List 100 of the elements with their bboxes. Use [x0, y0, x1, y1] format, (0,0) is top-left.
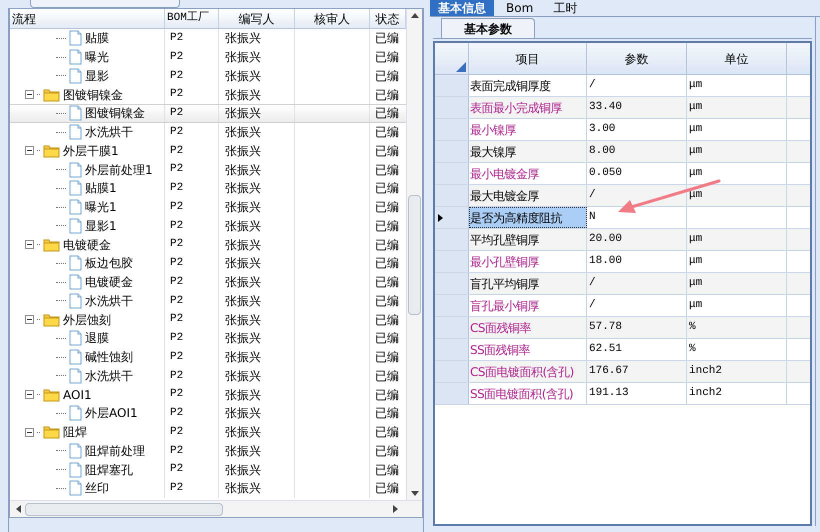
tree-row[interactable]: 贴膜 P2 张振兴 已编 [10, 29, 406, 48]
table-cell-text: 已编 [374, 236, 400, 254]
tree-row[interactable]: 阻焊 P2 张振兴 已编 [10, 422, 406, 442]
tree-item-label: 外层蚀刻 [63, 312, 111, 329]
parameter-value[interactable]: / [587, 273, 687, 294]
table-cell-text: 已编 [374, 292, 400, 310]
tree-row[interactable]: 水洗烘干 P2 张振兴 已编 [10, 122, 406, 142]
tree-row[interactable]: 电镀硬金 P2 张振兴 已编 [10, 272, 406, 292]
table-cell-text: 已编 [374, 124, 400, 142]
tree-row[interactable]: 外层AOI1 P2 张振兴 已编 [10, 404, 406, 423]
tree-item-label: 外层前处理1 [85, 162, 153, 179]
column-header[interactable]: 核审人 [295, 9, 370, 28]
horizontal-scrollbar[interactable] [10, 500, 422, 517]
table-cell: 张振兴 [219, 105, 295, 122]
tree-row[interactable]: 水洗烘干 P2 张振兴 已编 [10, 292, 406, 310]
unit-label: μm [689, 188, 702, 204]
tree-item-label: 图镀铜镍金 [63, 86, 123, 104]
tree-item-label: 水洗烘干 [85, 124, 133, 142]
parameter-value[interactable]: N [587, 207, 687, 228]
tab[interactable]: 工时 [545, 0, 586, 16]
collapse-toggle[interactable] [25, 390, 34, 400]
tree-row[interactable]: 碱性蚀刻 P2 张振兴 已编 [10, 348, 406, 366]
tree-row[interactable]: 板边包胶 P2 张振兴 已编 [10, 254, 406, 273]
parameter-value[interactable]: 176.67 [587, 361, 687, 382]
collapse-toggle[interactable] [25, 315, 34, 324]
tree-row[interactable]: 贴膜1 P2 张振兴 已编 [10, 179, 406, 198]
table-cell: 张振兴 [219, 422, 295, 442]
parameter-value[interactable]: 8.00 [587, 141, 687, 162]
scroll-left-icon[interactable] [16, 505, 21, 513]
tab[interactable]: Bom [498, 0, 542, 16]
column-header[interactable]: 编写人 [219, 9, 295, 28]
tree-item-label: 曝光1 [85, 199, 117, 216]
unit-label: μm [689, 232, 702, 248]
table-cell: 张振兴 [219, 142, 295, 160]
parameter-value[interactable]: 3.00 [587, 119, 687, 140]
tree-row[interactable]: 图镀铜镍金 P2 张振兴 已编 [10, 104, 406, 123]
row-header[interactable] [435, 207, 469, 228]
table-cell: P2 [165, 105, 219, 122]
parameter-value[interactable]: / [587, 75, 687, 96]
table-cell: 张振兴 [219, 460, 295, 479]
scroll-up-icon[interactable] [410, 13, 418, 18]
parameter-value[interactable]: 191.13 [587, 383, 687, 404]
unit-label: μm [689, 276, 702, 292]
table-cell: P2 [165, 479, 219, 498]
tree-item-label: 贴膜 [85, 30, 109, 48]
scroll-thumb[interactable] [25, 502, 223, 516]
collapse-toggle[interactable] [25, 90, 34, 100]
table-cell: P2 [165, 142, 219, 160]
document-icon [69, 480, 82, 496]
tree-row[interactable]: 曝光1 P2 张振兴 已编 [10, 198, 406, 216]
tree-row[interactable]: 曝光 P2 张振兴 已编 [10, 48, 406, 66]
table-cell: P2 [165, 179, 219, 198]
column-header[interactable]: 项目 [469, 43, 587, 74]
tree-row[interactable]: 电镀硬金 P2 张振兴 已编 [10, 235, 406, 254]
parameter-value[interactable]: 20.00 [587, 229, 687, 250]
table-cell: 张振兴 [219, 160, 295, 179]
tree-row[interactable]: 显影 P2 张振兴 已编 [10, 66, 406, 86]
column-header[interactable]: 流程 [10, 9, 165, 28]
vertical-scrollbar[interactable] [406, 9, 422, 500]
column-header[interactable]: 参数 [587, 43, 687, 74]
scroll-down-icon[interactable] [410, 491, 418, 496]
table-cell: 张振兴 [219, 442, 295, 460]
parameter-value[interactable]: 62.51 [587, 339, 687, 360]
toolbar-button[interactable] [30, 0, 180, 8]
table-cell: P2 [165, 198, 219, 216]
collapse-toggle[interactable] [25, 428, 34, 437]
document-icon [69, 462, 82, 478]
collapse-toggle[interactable] [25, 240, 34, 250]
table-cell: P2 [165, 385, 219, 404]
tree-row[interactable]: 外层蚀刻 P2 张振兴 已编 [10, 310, 406, 329]
table-cell-text: 已编 [374, 105, 400, 122]
parameter-name: 最小孔壁铜厚 [469, 251, 587, 272]
tree-row[interactable]: 外层前处理1 P2 张振兴 已编 [10, 160, 406, 179]
parameter-value[interactable]: 0.050 [587, 163, 687, 184]
parameter-value[interactable]: / [587, 295, 687, 316]
tree-row[interactable]: 阻焊前处理 P2 张振兴 已编 [10, 442, 406, 460]
tree-row[interactable]: 退膜 P2 张振兴 已编 [10, 329, 406, 348]
parameter-value[interactable]: 33.40 [587, 97, 687, 118]
parameter-value[interactable]: 57.78 [587, 317, 687, 338]
tree-row[interactable]: 丝印 P2 张振兴 已编 [10, 479, 406, 498]
parameter-value[interactable]: 18.00 [587, 251, 687, 272]
scroll-thumb[interactable] [408, 194, 421, 314]
document-icon [69, 442, 82, 459]
column-header[interactable]: BOM工厂 [165, 9, 219, 28]
tree-row[interactable]: AOI1 P2 张振兴 已编 [10, 385, 406, 404]
table-cell-text: 已编 [374, 442, 400, 460]
tab[interactable]: 基本信息 [430, 0, 494, 16]
tree-row[interactable]: 显影1 P2 张振兴 已编 [10, 216, 406, 236]
scroll-right-icon[interactable] [393, 505, 398, 513]
table-cell: P2 [165, 122, 219, 142]
table-cell-text: 已编 [374, 180, 400, 198]
tree-row[interactable]: 外层干膜1 P2 张振兴 已编 [10, 142, 406, 160]
document-icon [69, 124, 82, 140]
tab[interactable]: 基本参数 [441, 18, 535, 38]
tree-row[interactable]: 阻焊塞孔 P2 张振兴 已编 [10, 460, 406, 479]
tree-item-label: 外层AOI1 [85, 405, 138, 422]
column-header[interactable]: 单位 [687, 43, 787, 74]
tree-row[interactable]: 水洗烘干 P2 张振兴 已编 [10, 366, 406, 386]
unit-label: μm [689, 122, 702, 138]
collapse-toggle[interactable] [25, 146, 34, 156]
